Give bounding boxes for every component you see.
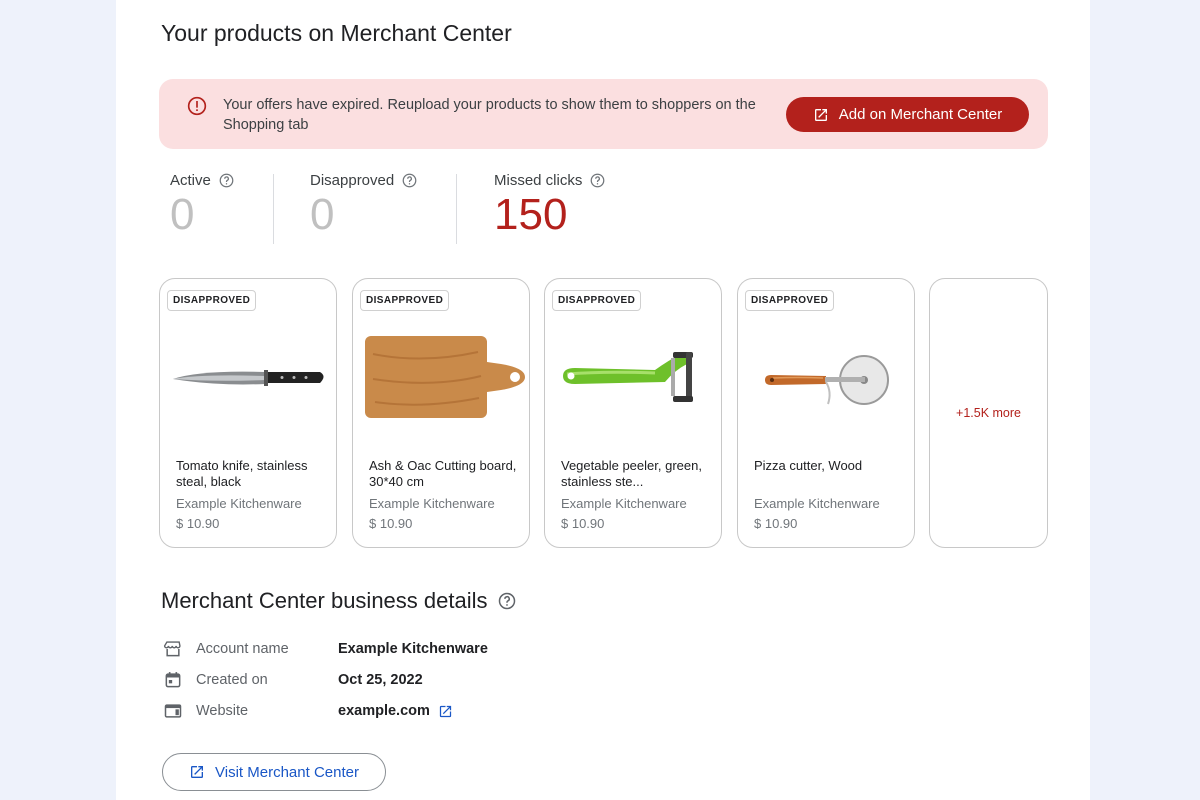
- stat-active-label: Active: [170, 172, 211, 189]
- stat-divider: [273, 174, 274, 244]
- open-in-new-icon: [814, 108, 827, 121]
- account-name-value: Example Kitchenware: [338, 641, 488, 657]
- pizza-cutter-image: [765, 355, 889, 405]
- stat-missed-clicks-value: 150: [494, 190, 568, 239]
- stat-disapproved-value: 0: [310, 190, 335, 239]
- add-on-merchant-center-label: Add on Merchant Center: [838, 106, 1003, 123]
- detail-label: Website: [196, 703, 249, 719]
- stat-active: Active 0: [170, 172, 234, 247]
- product-merchant: Example Kitchenware: [176, 496, 302, 511]
- detail-label: Created on: [196, 672, 268, 688]
- product-name: Tomato knife, stainless steal, black: [176, 458, 308, 489]
- help-icon[interactable]: [498, 592, 516, 610]
- alert-message: Your offers have expired. Reupload your …: [223, 97, 756, 133]
- product-merchant: Example Kitchenware: [754, 496, 880, 511]
- product-name: Ash & Oac Cutting board, 30*40 cm: [369, 458, 517, 489]
- product-price: $ 10.90: [369, 516, 413, 531]
- page-title: Your products on Merchant Center: [161, 20, 512, 46]
- product-merchant: Example Kitchenware: [561, 496, 687, 511]
- open-in-new-icon: [191, 766, 204, 778]
- help-icon[interactable]: [219, 173, 234, 188]
- storefront-icon: [163, 641, 181, 657]
- stat-disapproved: Disapproved 0: [310, 172, 417, 247]
- detail-row-website: Website example.com: [163, 700, 452, 722]
- disapproved-badge: DISAPPROVED: [552, 290, 642, 311]
- stat-active-value: 0: [170, 190, 195, 239]
- product-merchant: Example Kitchenware: [369, 496, 495, 511]
- website-value[interactable]: example.com: [338, 703, 430, 719]
- visit-merchant-center-label: Visit Merchant Center: [215, 763, 359, 781]
- more-products-label: +1.5K more: [956, 406, 1021, 420]
- add-on-merchant-center-button[interactable]: Add on Merchant Center: [786, 97, 1029, 132]
- product-price: $ 10.90: [754, 516, 798, 531]
- stat-disapproved-label: Disapproved: [310, 172, 395, 189]
- main-panel: Your products on Merchant Center Your of…: [116, 0, 1090, 800]
- help-icon[interactable]: [402, 173, 417, 188]
- business-details-heading: Merchant Center business details: [161, 588, 516, 614]
- detail-row-account-name: Account name Example Kitchenware: [163, 638, 488, 660]
- error-circle-icon: [187, 96, 207, 116]
- product-card[interactable]: DISAPPROVED Vegetable peeler, green, sta…: [544, 278, 722, 548]
- visit-merchant-center-button[interactable]: Visit Merchant Center: [162, 753, 386, 791]
- product-name: Pizza cutter, Wood: [754, 458, 863, 473]
- stat-divider: [456, 174, 457, 244]
- website-link[interactable]: example.com: [338, 703, 453, 719]
- detail-value: Oct 25, 2022: [338, 672, 423, 688]
- knife-image: [173, 370, 324, 386]
- help-icon[interactable]: [590, 173, 605, 188]
- product-price: $ 10.90: [561, 516, 605, 531]
- product-card[interactable]: DISAPPROVED Tomato knife, stainless stea…: [159, 278, 337, 548]
- web-icon: [164, 704, 182, 718]
- detail-row-created-on: Created on Oct 25, 2022: [163, 669, 423, 691]
- cutting-board-image: [365, 336, 525, 418]
- disapproved-badge: DISAPPROVED: [745, 290, 835, 311]
- expired-offers-alert: Your offers have expired. Reupload your …: [159, 79, 1048, 149]
- disapproved-badge: DISAPPROVED: [360, 290, 450, 311]
- stat-missed-clicks-label: Missed clicks: [494, 172, 583, 189]
- created-on-value: Oct 25, 2022: [338, 672, 423, 688]
- disapproved-badge: DISAPPROVED: [167, 290, 257, 311]
- stat-missed-clicks: Missed clicks 150: [494, 172, 605, 247]
- product-price: $ 10.90: [176, 516, 220, 531]
- business-details-title: Merchant Center business details: [161, 588, 488, 613]
- product-card[interactable]: DISAPPROVED Ash & Oac Cutting board, 30*…: [352, 278, 530, 548]
- product-name: Vegetable peeler, green, stainless ste..…: [561, 458, 702, 489]
- peeler-image: [563, 352, 693, 402]
- detail-value: Example Kitchenware: [338, 641, 488, 657]
- calendar-icon: [165, 672, 181, 688]
- detail-label: Account name: [196, 641, 289, 657]
- more-products-card[interactable]: +1.5K more: [929, 278, 1048, 548]
- open-in-new-icon[interactable]: [438, 704, 453, 719]
- product-card[interactable]: DISAPPROVED Pizza cutter, Wood Example K…: [737, 278, 915, 548]
